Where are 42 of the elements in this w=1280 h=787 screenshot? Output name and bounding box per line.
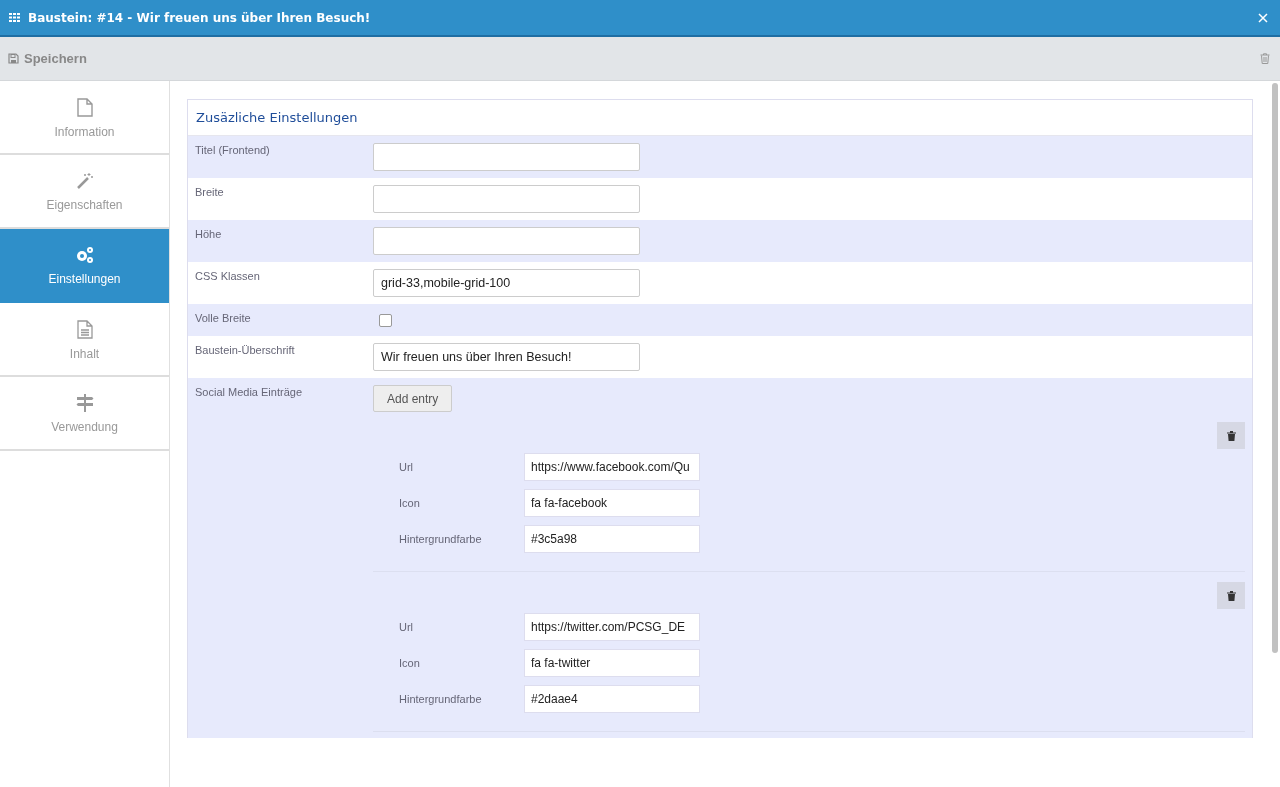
text-field[interactable] <box>373 227 640 255</box>
text-field[interactable]: #2daae4 <box>524 685 700 713</box>
field-label: Url <box>399 621 415 633</box>
field-label: Icon <box>399 657 421 669</box>
field-label: Höhe <box>195 227 223 242</box>
text-field[interactable]: fa fa-twitter <box>524 649 700 677</box>
close-icon[interactable] <box>1258 12 1268 23</box>
sidebar-tab[interactable]: Einstellungen <box>0 229 169 303</box>
delete-button[interactable] <box>1217 422 1245 449</box>
field-label: Hintergrundfarbe <box>399 533 483 545</box>
signpost-icon <box>75 394 94 412</box>
field-label: Breite <box>195 185 225 200</box>
gears-icon <box>74 246 95 264</box>
window-title: Baustein: #14 - Wir freuen uns über Ihren Besuch! <box>28 10 372 25</box>
text-field[interactable] <box>373 143 640 171</box>
checkbox[interactable] <box>379 314 392 327</box>
text-field[interactable] <box>373 185 640 213</box>
trash-icon <box>1226 590 1236 601</box>
delete-button[interactable] <box>1217 582 1245 609</box>
field-label: Hintergrundfarbe <box>399 693 483 705</box>
field-label: Social Media Einträge <box>195 385 303 400</box>
grid-icon <box>9 13 20 22</box>
text-field[interactable]: #3c5a98 <box>524 525 700 553</box>
text-field[interactable]: fa fa-facebook <box>524 489 700 517</box>
text-field[interactable]: https://www.facebook.com/Qu <box>524 453 700 481</box>
field-label: Baustein-Überschrift <box>195 343 296 358</box>
trash-icon[interactable] <box>1260 53 1270 64</box>
panel-title: Zusäzliche Einstellungen <box>196 110 358 125</box>
field-label: Titel (Frontend) <box>195 143 271 158</box>
field-label: Icon <box>399 497 421 509</box>
field-label: CSS Klassen <box>195 269 261 284</box>
field-label: Volle Breite <box>195 311 252 326</box>
document-icon <box>76 319 93 339</box>
add-entry-button[interactable]: Add entry <box>373 385 453 412</box>
trash-icon <box>1226 430 1236 441</box>
file-icon <box>76 97 93 117</box>
scrollbar-thumb[interactable] <box>1272 83 1278 653</box>
text-field[interactable]: grid-33,mobile-grid-100 <box>373 269 640 297</box>
field-label: Url <box>399 461 415 473</box>
magic-wand-icon <box>75 172 94 190</box>
text-field[interactable]: Wir freuen uns über Ihren Besuch! <box>373 343 640 371</box>
text-field[interactable]: https://twitter.com/PCSG_DE <box>524 613 700 641</box>
